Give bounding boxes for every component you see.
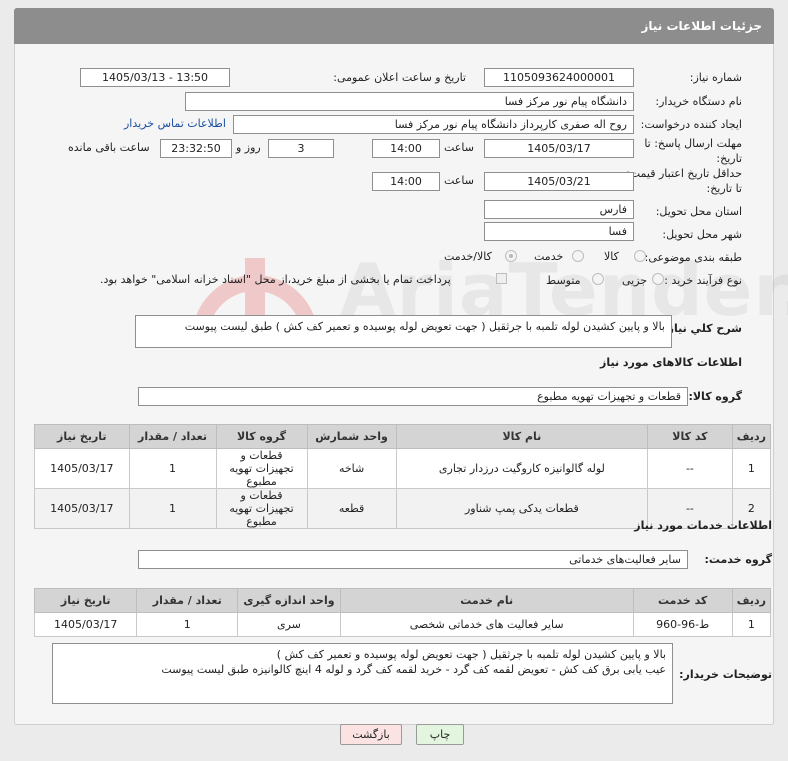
goods-cell-date: 1405/03/17	[34, 488, 130, 529]
buyer-org-label: نام دستگاه خریدار:	[655, 95, 742, 108]
days-label: روز و	[236, 141, 261, 154]
remaining-time-label: ساعت باقی مانده	[68, 141, 150, 154]
services-cell-row: 1	[731, 612, 772, 637]
goods-table: ردیف کد کالا نام کالا واحد شمارش گروه کا…	[34, 424, 772, 529]
services-table: ردیف کد خدمت نام خدمت واحد اندازه گیری ت…	[33, 588, 772, 637]
goods-cell-qty: 1	[128, 488, 217, 529]
process-radio-medium[interactable]	[592, 273, 604, 285]
city-field: فسا	[484, 222, 634, 241]
services-cell-qty: 1	[136, 612, 239, 637]
deadline-label-date: تاریخ:	[716, 152, 742, 165]
category-radio-goods[interactable]	[634, 250, 646, 262]
services-group-field: سایر فعالیت‌های خدماتی	[138, 550, 688, 569]
buyer-notes-label: توضیحات خریدار:	[679, 668, 772, 681]
goods-cell-unit: شاخه	[306, 448, 397, 489]
services-cell-name: سایر فعالیت های خدماتی شخصی	[339, 612, 634, 637]
buyer-notes-textarea[interactable]: بالا و پایین کشیدن لوله تلمبه با جرثقیل …	[52, 643, 673, 704]
category-radio-goods-service[interactable]	[505, 250, 517, 262]
deadline-time-field: 14:00	[372, 139, 440, 158]
back-button[interactable]: بازگشت	[340, 724, 402, 745]
city-label: شهر محل تحویل:	[662, 228, 742, 241]
goods-cell-unit: قطعه	[306, 488, 397, 529]
process-label: نوع فرآیند خرید :	[664, 274, 742, 287]
deadline-date-field: 1405/03/17	[484, 139, 634, 158]
goods-cell-name: لوله گالوانیزه کاروگیت درزدار تجاری	[395, 448, 649, 489]
validity-label: حداقل تاریخ اعتبار قیمت:	[626, 167, 742, 180]
goods-col-unit: واحد شمارش	[306, 424, 397, 449]
province-label: استان محل تحویل:	[655, 205, 742, 218]
page-title: جزئیات اطلاعات نیاز	[14, 8, 774, 44]
validity-time-label: ساعت	[444, 174, 474, 187]
remaining-time-field: 23:32:50	[160, 139, 232, 158]
services-col-name: نام خدمت	[339, 588, 634, 613]
goods-col-qty: تعداد / مقدار	[128, 424, 217, 449]
buyer-org-field: دانشگاه پیام نور مرکز فسا	[185, 92, 634, 111]
process-radio-minor[interactable]	[652, 273, 664, 285]
goods-cell-code: --	[647, 448, 733, 489]
goods-cell-date: 1405/03/17	[34, 448, 130, 489]
need-number-field: 1105093624000001	[484, 68, 634, 87]
goods-section-title: اطلاعات کالاهای مورد نیاز	[600, 356, 742, 369]
services-col-date: تاریخ نیاز	[33, 588, 138, 613]
process-option-minor: جزیی	[622, 274, 648, 287]
days-field: 3	[268, 139, 334, 158]
goods-cell-qty: 1	[128, 448, 217, 489]
goods-cell-group: قطعات و تجهیزات تهویه مطبوع	[215, 488, 308, 529]
category-option-goods-service: کالا/خدمت	[444, 250, 492, 263]
goods-col-code: کد کالا	[647, 424, 733, 449]
services-section-title: اطلاعات خدمات مورد نیاز	[634, 519, 772, 532]
goods-cell-name: قطعات یدکی پمپ شناور	[395, 488, 649, 529]
services-col-unit: واحد اندازه گیری	[237, 588, 341, 613]
category-label: طبقه بندی موضوعی:	[644, 251, 742, 264]
services-col-code: کد خدمت	[632, 588, 733, 613]
table-row: 1 ط-96-960 سایر فعالیت های خدماتی شخصی س…	[33, 612, 772, 637]
goods-group-field: قطعات و تجهیزات تهویه مطبوع	[138, 387, 688, 406]
treasury-payment-checkbox[interactable]	[496, 273, 507, 284]
goods-cell-group: قطعات و تجهیزات تهویه مطبوع	[215, 448, 308, 489]
creator-field: روح اله صفری کارپرداز دانشگاه پیام نور م…	[233, 115, 634, 134]
goods-cell-row: 1	[731, 448, 772, 489]
print-button[interactable]: چاپ	[416, 724, 464, 745]
category-option-service: خدمت	[534, 250, 564, 263]
announce-label: تاریخ و ساعت اعلان عمومی:	[333, 71, 466, 84]
goods-col-date: تاریخ نیاز	[34, 424, 130, 449]
summary-textarea[interactable]: بالا و پایین کشیدن لوله تلمبه با جرثقیل …	[135, 315, 672, 348]
goods-table-header: ردیف کد کالا نام کالا واحد شمارش گروه کا…	[34, 424, 772, 449]
category-option-goods: کالا	[604, 250, 619, 263]
creator-label: ایجاد کننده درخواست:	[640, 118, 742, 131]
validity-time-field: 14:00	[372, 172, 440, 191]
goods-col-group: گروه کالا	[215, 424, 308, 449]
summary-label: شرح کلي نیاز:	[663, 322, 742, 335]
goods-group-label: گروه کالا:	[688, 390, 742, 403]
services-group-label: گروه خدمت:	[704, 553, 772, 566]
treasury-payment-note: پرداخت تمام یا بخشی از مبلغ خرید،از محل …	[100, 273, 451, 286]
need-number-label: شماره نیاز:	[689, 71, 742, 84]
deadline-time-label: ساعت	[444, 141, 474, 154]
province-field: فارس	[484, 200, 634, 219]
process-option-medium: متوسط	[546, 274, 581, 287]
services-cell-date: 1405/03/17	[33, 612, 138, 637]
goods-col-name: نام کالا	[395, 424, 649, 449]
buyer-contact-link[interactable]: اطلاعات تماس خریدار	[124, 117, 226, 130]
validity-date-field: 1405/03/21	[484, 172, 634, 191]
goods-col-row: ردیف	[731, 424, 772, 449]
services-col-row: ردیف	[731, 588, 772, 613]
services-col-qty: تعداد / مقدار	[136, 588, 239, 613]
services-table-header: ردیف کد خدمت نام خدمت واحد اندازه گیری ت…	[33, 588, 772, 613]
announce-datetime-field: 1405/03/13 - 13:50	[80, 68, 230, 87]
services-cell-unit: سری	[237, 612, 341, 637]
table-row: 1 -- لوله گالوانیزه کاروگیت درزدار تجاری…	[34, 448, 772, 489]
deadline-label: مهلت ارسال پاسخ: تا	[644, 137, 742, 150]
category-radio-service[interactable]	[572, 250, 584, 262]
validity-label-date: تا تاریخ:	[706, 182, 742, 195]
services-cell-code: ط-96-960	[632, 612, 733, 637]
